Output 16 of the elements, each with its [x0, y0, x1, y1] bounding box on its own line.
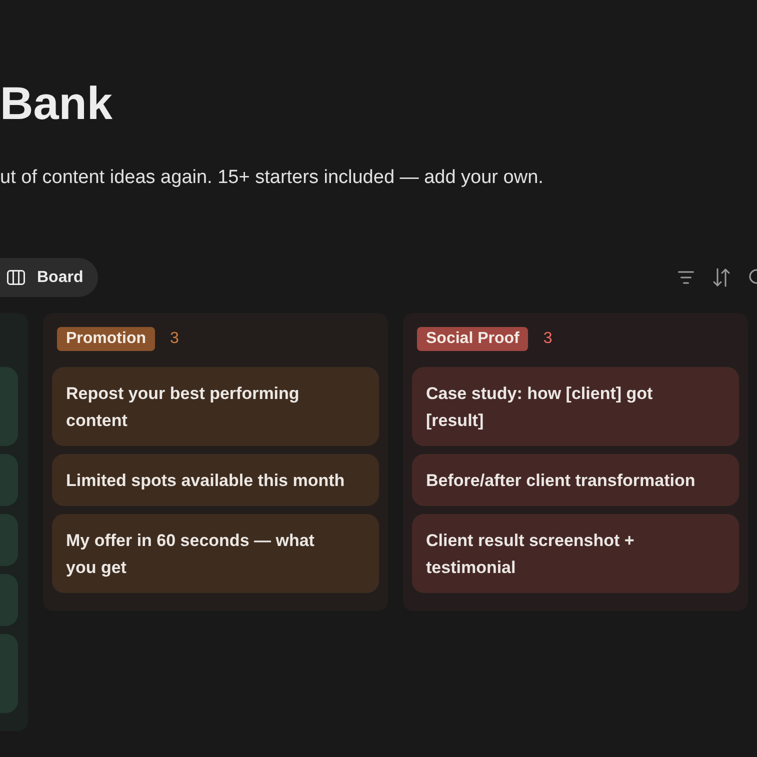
idea-card[interactable]: Before/after client transformation [412, 454, 739, 506]
idea-card[interactable]: My offer in 60 seconds — what you get [52, 514, 379, 593]
idea-card[interactable]: Repost your best performing content [52, 367, 379, 446]
page-description: ut of content ideas again. 15+ starters included — add your own. [0, 166, 544, 190]
filter-icon[interactable] [678, 271, 694, 284]
card-count: 3 [543, 329, 552, 349]
sort-icon[interactable] [713, 268, 730, 287]
idea-card[interactable]: Limited spots available this month [52, 454, 379, 506]
group-label: Promotion [57, 327, 155, 351]
page-title: Bank [0, 76, 112, 131]
board-view-icon [7, 270, 25, 285]
group-label: Social Proof [417, 327, 528, 351]
idea-card[interactable]: Case study: how [client] got [result] [412, 367, 739, 446]
card-count: 3 [170, 329, 179, 349]
idea-card[interactable]: Client result screenshot + testimonial [412, 514, 739, 593]
board-view-tab[interactable]: Board [0, 258, 98, 297]
